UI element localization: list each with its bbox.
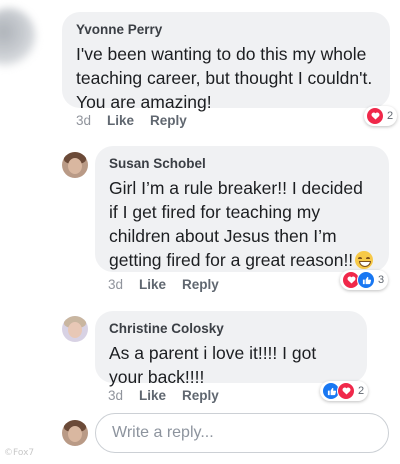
- reaction-count: 3: [378, 274, 385, 286]
- timestamp[interactable]: 3d: [108, 277, 123, 292]
- reply-link[interactable]: Reply: [150, 113, 187, 128]
- avatar-blurred: [0, 8, 36, 68]
- avatar[interactable]: [62, 152, 88, 178]
- reaction-summary-1[interactable]: 2: [364, 106, 398, 126]
- like-link[interactable]: Like: [107, 113, 134, 128]
- reply-box[interactable]: [95, 413, 389, 453]
- comment-author[interactable]: Christine Colosky: [109, 320, 353, 338]
- reply-input[interactable]: [110, 423, 374, 443]
- current-user-avatar: [62, 420, 88, 446]
- comment-text: Girl I’m a rule breaker!! I decided if I…: [109, 176, 375, 272]
- love-reaction-icon: [337, 382, 355, 400]
- reaction-summary-2[interactable]: 3: [340, 270, 389, 290]
- reaction-summary-3[interactable]: 2: [320, 381, 369, 401]
- comment-author[interactable]: Susan Schobel: [109, 155, 375, 173]
- comment-bubble-2: Susan Schobel Girl I’m a rule breaker!! …: [95, 146, 389, 272]
- timestamp[interactable]: 3d: [76, 113, 91, 128]
- watermark: ©Fox7: [4, 448, 35, 458]
- reply-link[interactable]: Reply: [182, 388, 219, 403]
- reaction-count: 2: [358, 385, 365, 397]
- comment-text: I've been wanting to do this my whole te…: [76, 44, 373, 112]
- avatar[interactable]: [62, 316, 88, 342]
- comment-actions-2: 3d Like Reply: [108, 277, 219, 292]
- like-link[interactable]: Like: [139, 277, 166, 292]
- comment-actions-3: 3d Like Reply: [108, 388, 219, 403]
- reaction-count: 2: [387, 110, 394, 122]
- like-link[interactable]: Like: [139, 388, 166, 403]
- comment-bubble-3: Christine Colosky As a parent i love it!…: [95, 311, 367, 387]
- like-reaction-icon: [357, 271, 375, 289]
- comment-author[interactable]: Yvonne Perry: [76, 21, 376, 39]
- reply-link[interactable]: Reply: [182, 277, 219, 292]
- comment-bubble-1: Yvonne Perry I've been wanting to do thi…: [62, 12, 390, 112]
- timestamp[interactable]: 3d: [108, 388, 123, 403]
- comment-actions-1: 3d Like Reply: [76, 113, 187, 128]
- comment-text: As a parent i love it!!!! I got your bac…: [109, 343, 317, 387]
- grimace-emoji-icon: [355, 251, 374, 269]
- love-reaction-icon: [366, 107, 384, 125]
